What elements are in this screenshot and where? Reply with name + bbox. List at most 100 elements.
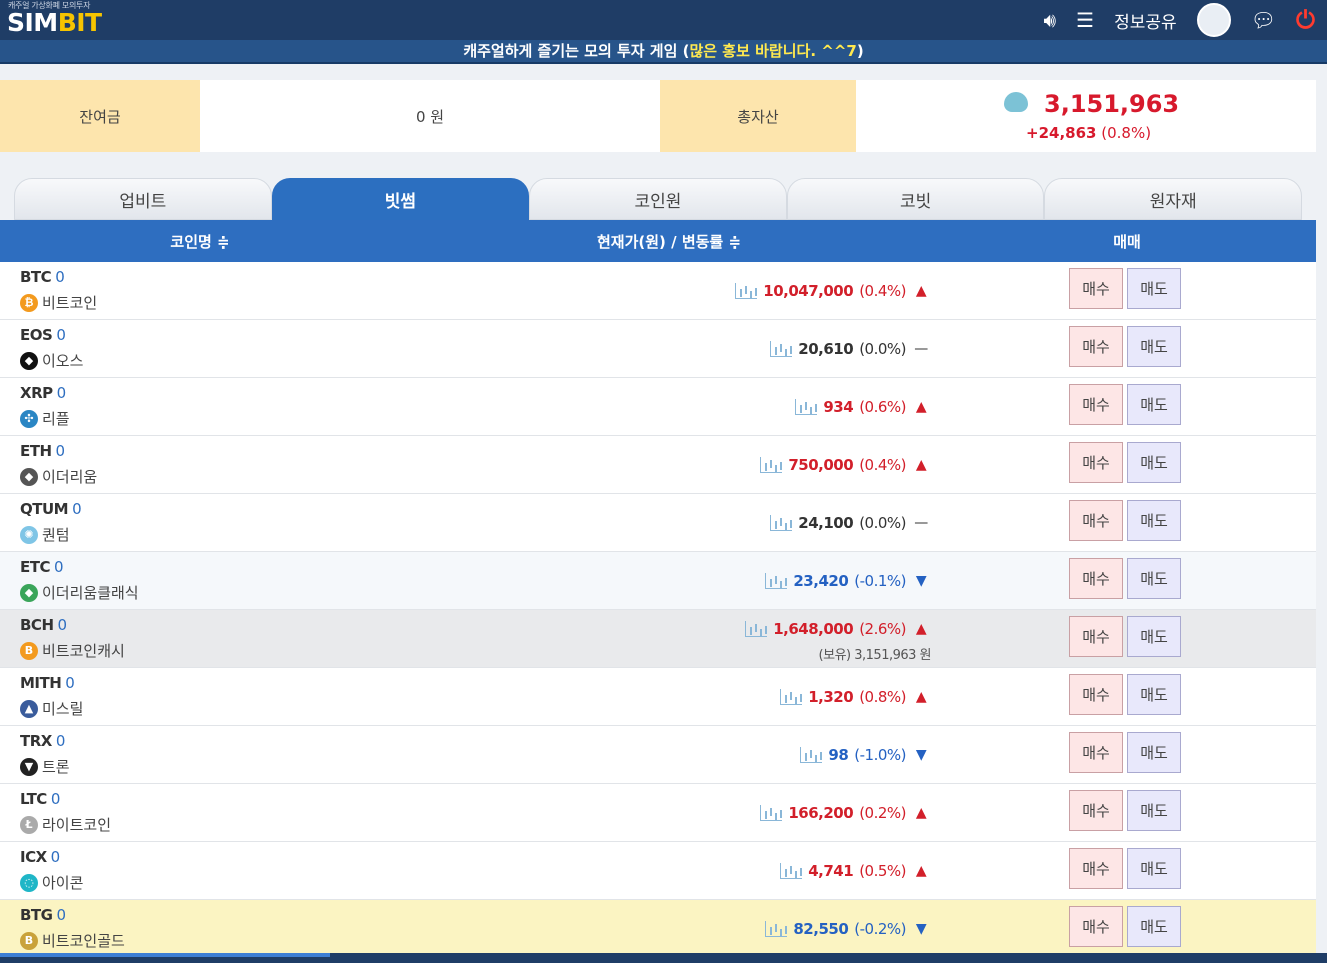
table-row[interactable]: ETH 0 ◆ 이더리움 750,000 (0.4%) ▲ 매수 매도	[0, 436, 1316, 494]
trade-buttons: 매수 매도	[1069, 848, 1181, 889]
sell-button[interactable]: 매도	[1127, 848, 1181, 889]
ethereum-classic-icon: ◆	[20, 583, 38, 602]
table-row[interactable]: XRP 0 ✣ 리플 934 (0.6%) ▲ 매수 매도	[0, 378, 1316, 436]
banner: 캐주얼하게 즐기는 모의 투자 게임 (많은 홍보 바랍니다. ^^7)	[0, 40, 1327, 64]
current-price: 934	[823, 398, 854, 416]
current-price: 166,200	[788, 804, 854, 822]
coin-count: 0	[55, 442, 66, 460]
share-link[interactable]: 정보공유	[1114, 8, 1177, 33]
col-price[interactable]: 현재가(원) / 변동률 ≑	[400, 231, 938, 252]
tab-3[interactable]: 코빗	[786, 178, 1045, 220]
sell-button[interactable]: 매도	[1127, 732, 1181, 773]
table-row[interactable]: BCH 0 B 비트코인캐시 1,648,000 (2.6%) ▲ (보유) 3,151,96…	[0, 610, 1316, 668]
logo[interactable]: SIMBIT	[7, 8, 102, 37]
buy-button[interactable]: 매수	[1069, 848, 1123, 889]
tab-4[interactable]: 원자재	[1044, 178, 1302, 220]
table-row[interactable]: LTC 0 Ł 라이트코인 166,200 (0.2%) ▲ 매수 매도	[0, 784, 1316, 842]
volume-icon[interactable]: 🔊︎	[1044, 10, 1057, 30]
sell-button[interactable]: 매도	[1127, 268, 1181, 309]
top-bar: 캐주얼 가상화폐 모의투자 SIMBIT 🔊︎ ☰ 정보공유 💬︎ ⏻	[0, 0, 1327, 40]
buy-button[interactable]: 매수	[1069, 384, 1123, 425]
coin-symbol: ICX 0	[20, 848, 60, 866]
chart-icon[interactable]	[760, 457, 783, 473]
buy-button[interactable]: 매수	[1069, 326, 1123, 367]
chart-icon[interactable]	[765, 921, 788, 937]
total-assets-label: 총자산	[660, 80, 856, 152]
coin-name: B 비트코인골드	[20, 930, 125, 951]
summary-panel: 잔여금 0 원 총자산 3,151,963 +24,863 (0.8%)	[0, 80, 1316, 152]
table-row[interactable]: TRX 0 ▼ 트론 98 (-1.0%) ▼ 매수 매도	[0, 726, 1316, 784]
scrollbar[interactable]	[0, 953, 1327, 963]
coin-name: ◆ 이오스	[20, 350, 83, 371]
current-price: 82,550	[793, 920, 849, 938]
chart-icon[interactable]	[735, 283, 758, 299]
tab-2[interactable]: 코인원	[529, 178, 787, 220]
col-trade: 매매	[1113, 232, 1141, 251]
chart-icon[interactable]	[800, 747, 823, 763]
price-cell: 1,320 (0.8%) ▲	[780, 668, 930, 726]
table-row[interactable]: BTC 0 ₿ 비트코인 10,047,000 (0.4%) ▲ 매수 매도	[0, 262, 1316, 320]
col-coin-name[interactable]: 코인명 ≑	[0, 231, 400, 252]
buy-button[interactable]: 매수	[1069, 558, 1123, 599]
chart-icon[interactable]	[745, 621, 768, 637]
buy-button[interactable]: 매수	[1069, 268, 1123, 309]
chart-icon[interactable]	[770, 341, 793, 357]
table-row[interactable]: EOS 0 ◆ 이오스 20,610 (0.0%) — 매수 매도	[0, 320, 1316, 378]
holding-amount: (보유) 3,151,963 원	[818, 648, 932, 663]
table-row[interactable]: ETC 0 ◆ 이더리움클래식 23,420 (-0.1%) ▼ 매수 매도	[0, 552, 1316, 610]
coin-name: ▲ 미스릴	[20, 698, 83, 719]
sell-button[interactable]: 매도	[1127, 384, 1181, 425]
buy-button[interactable]: 매수	[1069, 442, 1123, 483]
buy-button[interactable]: 매수	[1069, 790, 1123, 831]
dash-icon: —	[914, 341, 928, 357]
sell-button[interactable]: 매도	[1127, 616, 1181, 657]
coin-symbol: EOS 0	[20, 326, 66, 344]
coin-name: ◌ 아이콘	[20, 872, 83, 893]
sell-button[interactable]: 매도	[1127, 558, 1181, 599]
current-price: 10,047,000	[763, 282, 854, 300]
chat-icon[interactable]: 💬︎	[1251, 10, 1276, 30]
chart-icon[interactable]	[795, 399, 818, 415]
table-row[interactable]: ICX 0 ◌ 아이콘 4,741 (0.5%) ▲ 매수 매도	[0, 842, 1316, 900]
dash-icon: —	[914, 515, 928, 531]
sell-button[interactable]: 매도	[1127, 442, 1181, 483]
menu-list-icon[interactable]: ☰	[1076, 10, 1094, 30]
buy-button[interactable]: 매수	[1069, 732, 1123, 773]
price-cell: 4,741 (0.5%) ▲	[780, 842, 930, 900]
coin-count: 0	[72, 500, 82, 518]
chart-icon[interactable]	[780, 863, 803, 879]
sell-button[interactable]: 매도	[1127, 790, 1181, 831]
buy-button[interactable]: 매수	[1069, 500, 1123, 541]
power-icon[interactable]: ⏻	[1296, 6, 1315, 34]
ethereum-icon: ◆	[20, 467, 38, 486]
sell-button[interactable]: 매도	[1127, 500, 1181, 541]
coin-count: 0	[55, 732, 66, 750]
chart-icon[interactable]	[770, 515, 793, 531]
buy-button[interactable]: 매수	[1069, 674, 1123, 715]
coin-count: 0	[54, 558, 64, 576]
user-icon[interactable]	[1196, 3, 1231, 37]
table-row[interactable]: BTG 0 B 비트코인골드 82,550 (-0.2%) ▼ 매수 매도	[0, 900, 1316, 958]
chart-icon[interactable]	[765, 573, 788, 589]
change-rate: (0.5%)	[859, 862, 906, 880]
coin-count: 0	[55, 268, 65, 286]
chart-icon[interactable]	[780, 689, 803, 705]
arrow-down-icon: ▼	[915, 921, 927, 937]
chart-icon[interactable]	[760, 805, 783, 821]
buy-button[interactable]: 매수	[1069, 906, 1123, 947]
balance-value: 0 원	[200, 80, 660, 152]
sell-button[interactable]: 매도	[1127, 674, 1181, 715]
tab-0[interactable]: 업비트	[14, 178, 272, 220]
tab-1[interactable]: 빗썸	[271, 178, 530, 220]
sell-button[interactable]: 매도	[1127, 906, 1181, 947]
table-row[interactable]: QTUM 0 ✺ 퀀텀 24,100 (0.0%) — 매수 매도	[0, 494, 1316, 552]
buy-button[interactable]: 매수	[1069, 616, 1123, 657]
piggy-bank-icon	[1004, 92, 1028, 112]
sell-button[interactable]: 매도	[1127, 326, 1181, 367]
coin-count: 0	[50, 848, 61, 866]
scrollbar-thumb[interactable]	[0, 953, 330, 957]
exchange-tabs: 업비트 빗썸 코인원 코빗 원자재	[14, 178, 1302, 220]
table-row[interactable]: MITH 0 ▲ 미스릴 1,320 (0.8%) ▲ 매수 매도	[0, 668, 1316, 726]
change-rate: (0.4%)	[859, 456, 906, 474]
coin-symbol: BTC 0	[20, 268, 65, 286]
